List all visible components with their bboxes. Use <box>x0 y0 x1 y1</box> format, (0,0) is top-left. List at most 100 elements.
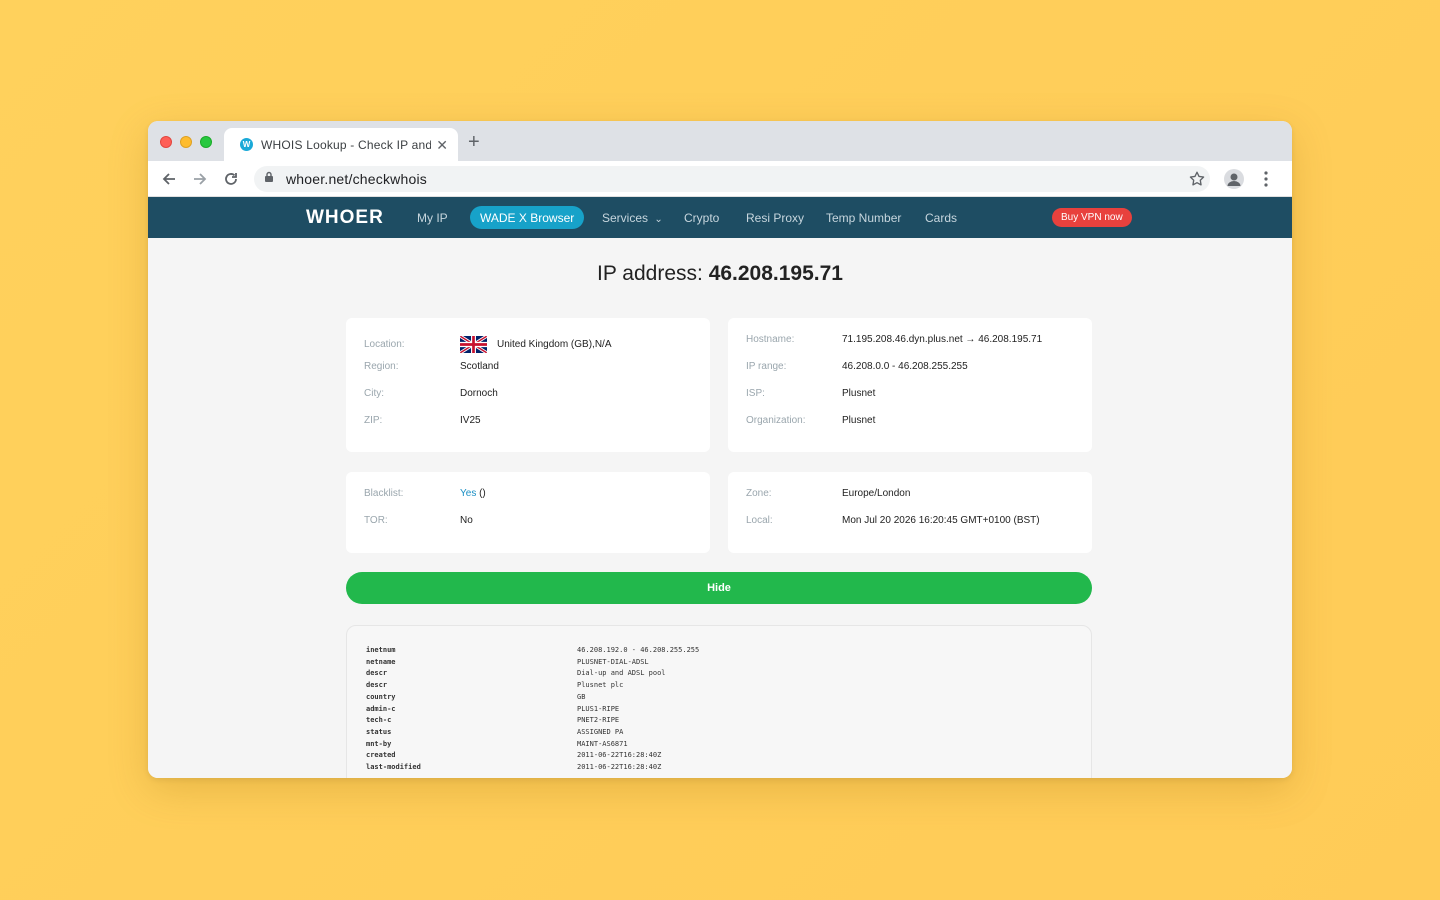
chevron-down-icon: ⌄ <box>654 214 663 225</box>
site-navbar: WHOER My IP WADE X Browser Services ⌄ Cr… <box>148 197 1292 238</box>
local-time-value: Mon Jul 20 2026 16:20:45 GMT+0100 (BST) <box>842 515 1040 526</box>
whoer-favicon-icon: W <box>240 138 253 151</box>
whois-value: MAINT-AS6871 <box>577 739 628 748</box>
whois-row: status ASSIGNED PA <box>366 728 623 736</box>
url-text: whoer.net/checkwhois <box>286 171 427 187</box>
whois-row: inetnum 46.208.192.0 - 46.208.255.255 <box>366 646 699 654</box>
whois-value: PLUSNET-DIAL-ADSL <box>577 657 649 666</box>
whois-value: Plusnet plc <box>577 681 624 690</box>
browser-toolbar: whoer.net/checkwhois <box>148 161 1292 197</box>
whoer-logo[interactable]: WHOER <box>306 207 384 229</box>
reload-icon[interactable] <box>221 169 241 189</box>
whois-value: GB <box>577 692 586 701</box>
ip-address-value: 46.208.195.71 <box>708 262 843 285</box>
nav-services[interactable]: Services ⌄ <box>602 211 663 225</box>
nav-wade-x-browser[interactable]: WADE X Browser <box>470 206 585 229</box>
whois-value: PLUS1-RIPE <box>577 704 620 713</box>
page-title: IP address: 46.208.195.71 <box>148 262 1292 286</box>
whois-record-panel: inetnum 46.208.192.0 - 46.208.255.255 netn… <box>346 625 1092 778</box>
nav-my-ip[interactable]: My IP <box>417 211 448 225</box>
nav-crypto[interactable]: Crypto <box>684 211 719 225</box>
tor-label: TOR: <box>364 515 388 526</box>
lock-icon <box>264 170 274 188</box>
region-value: Scotland <box>460 361 499 372</box>
nav-cards[interactable]: Cards <box>925 211 957 225</box>
ip-range-value: 46.208.0.0 - 46.208.255.255 <box>842 361 968 372</box>
whois-key: country <box>366 692 396 701</box>
location-card: Location: United Kingdom (GB),N/A Region… <box>346 318 710 452</box>
whois-row: admin-c PLUS1-RIPE <box>366 705 619 713</box>
close-tab-icon[interactable]: ✕ <box>436 138 448 152</box>
uk-flag-icon <box>460 335 487 353</box>
buy-vpn-button[interactable]: Buy VPN now <box>1052 208 1132 227</box>
whois-row: mnt-by MAINT-AS6871 <box>366 740 628 748</box>
maximize-window-button[interactable] <box>200 136 212 148</box>
blacklist-label: Blacklist: <box>364 488 404 499</box>
isp-label: ISP: <box>746 388 765 399</box>
whois-value: Dial-up and ADSL pool <box>577 669 666 678</box>
kebab-menu-icon[interactable] <box>1258 170 1274 193</box>
local-time-label: Local: <box>746 515 773 526</box>
whois-value: ASSIGNED PA <box>577 727 624 736</box>
zip-label: ZIP: <box>364 415 383 426</box>
whois-row: descr Plusnet plc <box>366 681 623 689</box>
minimize-window-button[interactable] <box>180 136 192 148</box>
nav-services-label: Services <box>602 211 649 225</box>
nav-temp-number[interactable]: Temp Number <box>826 211 901 225</box>
whois-value: 2011-06-22T16:28:40Z <box>577 751 662 760</box>
whois-value: PNET2-RIPE <box>577 716 620 725</box>
blacklist-suffix: () <box>476 488 486 499</box>
page-content: IP address: 46.208.195.71 Location: Unit… <box>148 238 1292 778</box>
ip-range-label: IP range: <box>746 361 787 372</box>
whois-key: created <box>366 751 396 760</box>
browser-tab[interactable]: W WHOIS Lookup - Check IP and ✕ <box>224 128 458 161</box>
zone-card: Zone: Europe/London Local: Mon Jul 20 20… <box>728 472 1092 553</box>
zip-value: IV25 <box>460 415 481 426</box>
location-label: Location: <box>364 338 405 350</box>
whois-key: status <box>366 727 392 736</box>
ip-heading-prefix: IP address: <box>597 262 703 285</box>
hide-button[interactable]: Hide <box>346 572 1092 604</box>
hostname-value: 71.195.208.46.dyn.plus.net → 46.208.195.… <box>842 334 1043 345</box>
region-label: Region: <box>364 361 399 372</box>
star-icon[interactable] <box>1188 170 1206 193</box>
whois-key: tech-c <box>366 716 392 725</box>
organization-label: Organization: <box>746 415 806 426</box>
host-card: Hostname: 71.195.208.46.dyn.plus.net → 4… <box>728 318 1092 452</box>
whois-row: netname PLUSNET-DIAL-ADSL <box>366 658 649 666</box>
whois-key: admin-c <box>366 704 396 713</box>
address-bar[interactable]: whoer.net/checkwhois <box>254 166 1210 192</box>
whois-key: inetnum <box>366 646 396 654</box>
whois-key: last-modified <box>366 763 421 771</box>
isp-value: Plusnet <box>842 388 876 399</box>
whois-row: last-modified 2011-06-22T16:28:40Z <box>366 763 661 771</box>
city-value: Dornoch <box>460 388 498 399</box>
whois-key: mnt-by <box>366 739 392 748</box>
hostname-label: Hostname: <box>746 334 795 345</box>
back-arrow-icon[interactable] <box>159 169 179 189</box>
zone-label: Zone: <box>746 488 772 499</box>
whois-value: 46.208.192.0 - 46.208.255.255 <box>577 646 700 654</box>
whois-row: created 2011-06-22T16:28:40Z <box>366 751 661 759</box>
location-value: United Kingdom (GB),N/A <box>497 338 612 350</box>
city-label: City: <box>364 388 384 399</box>
whois-key: netname <box>366 657 396 666</box>
tor-value: No <box>460 515 473 526</box>
forward-arrow-icon[interactable] <box>190 169 210 189</box>
whois-value: 2011-06-22T16:28:40Z <box>577 763 662 771</box>
whois-row: country GB <box>366 693 585 701</box>
tab-title: WHOIS Lookup - Check IP and <box>261 137 431 152</box>
profile-icon[interactable] <box>1224 169 1244 189</box>
whois-row: descr Dial-up and ADSL pool <box>366 669 666 677</box>
blacklist-yes-link[interactable]: Yes <box>460 488 476 499</box>
browser-window: W WHOIS Lookup - Check IP and ✕ + whoer.… <box>148 121 1292 778</box>
new-tab-icon[interactable]: + <box>468 132 480 152</box>
nav-resi-proxy[interactable]: Resi Proxy <box>746 211 804 225</box>
whois-row: tech-c PNET2-RIPE <box>366 716 619 724</box>
blacklist-card: Blacklist: Yes () TOR: No <box>346 472 710 553</box>
organization-value: Plusnet <box>842 415 876 426</box>
whois-key: descr <box>366 669 388 678</box>
zone-value: Europe/London <box>842 488 911 499</box>
close-window-button[interactable] <box>160 136 172 148</box>
whois-key: descr <box>366 681 388 690</box>
